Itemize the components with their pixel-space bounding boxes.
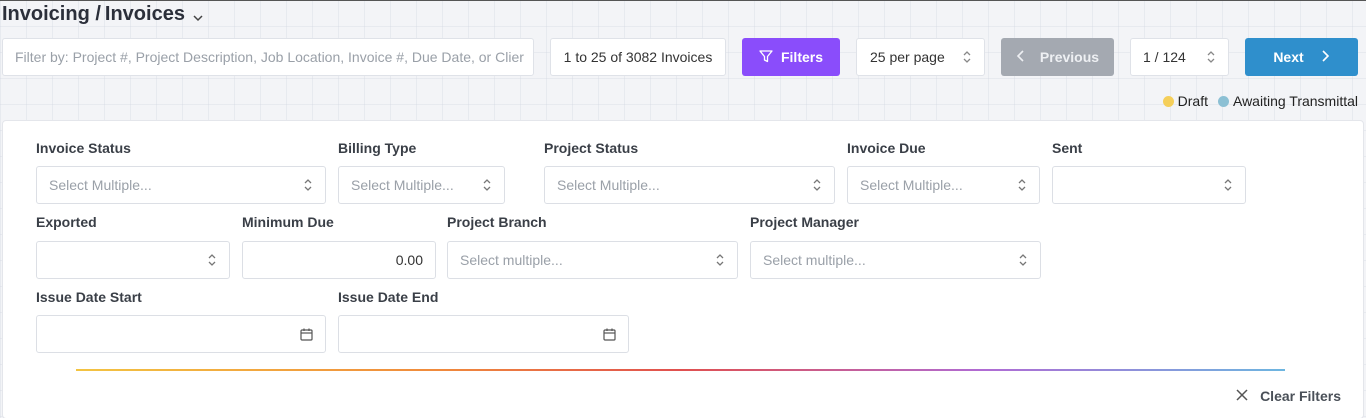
minimum-due-input[interactable]: 0.00: [242, 241, 436, 279]
minimum-due-label: Minimum Due: [242, 214, 334, 230]
previous-label: Previous: [1039, 49, 1100, 65]
invoice-status-select[interactable]: Select Multiple...: [36, 166, 326, 204]
invoice-due-label: Invoice Due: [847, 140, 926, 156]
project-status-placeholder: Select Multiple...: [557, 177, 660, 193]
project-status-select[interactable]: Select Multiple...: [544, 166, 835, 204]
select-arrows-icon: [715, 253, 725, 267]
chevron-down-icon[interactable]: [191, 8, 205, 22]
exported-select[interactable]: [36, 241, 230, 279]
issue-date-end-label: Issue Date End: [338, 289, 439, 305]
legend-item-draft: Draft: [1162, 93, 1208, 109]
breadcrumb-parent[interactable]: Invoicing /: [2, 3, 101, 26]
legend-label: Draft: [1177, 93, 1208, 109]
chevron-left-icon: [1016, 49, 1026, 66]
project-branch-label: Project Branch: [447, 214, 547, 230]
billing-type-placeholder: Select Multiple...: [351, 177, 454, 193]
next-label: Next: [1273, 49, 1304, 65]
filter-panel: Invoice Status Select Multiple... Billin…: [2, 120, 1364, 418]
invoice-due-placeholder: Select Multiple...: [860, 177, 963, 193]
project-manager-select[interactable]: Select multiple...: [750, 241, 1041, 279]
select-arrows-icon: [812, 178, 822, 192]
minimum-due-value: 0.00: [395, 252, 423, 268]
billing-type-label: Billing Type: [338, 140, 417, 156]
awaiting-transmittal-dot-icon: [1217, 95, 1229, 107]
select-arrows-icon: [303, 178, 313, 192]
project-branch-placeholder: Select multiple...: [460, 252, 563, 268]
breadcrumb: Invoicing / Invoices: [2, 3, 205, 26]
page-indicator: 1 / 124: [1143, 49, 1186, 65]
previous-button[interactable]: Previous: [1001, 38, 1114, 76]
status-legend: Draft Awaiting Transmittal: [1162, 93, 1358, 109]
per-page-select[interactable]: 25 per page: [856, 38, 985, 76]
page-title[interactable]: Invoices: [105, 3, 185, 26]
chevron-right-icon: [1320, 49, 1330, 66]
issue-date-start-input[interactable]: [36, 315, 326, 353]
legend-item-awaiting-transmittal: Awaiting Transmittal: [1217, 93, 1358, 109]
project-manager-label: Project Manager: [750, 214, 859, 230]
exported-label: Exported: [36, 214, 97, 230]
gradient-divider: [76, 369, 1285, 371]
search-field[interactable]: [2, 38, 534, 76]
project-manager-placeholder: Select multiple...: [763, 252, 866, 268]
select-arrows-icon: [962, 50, 972, 64]
sent-select[interactable]: [1052, 166, 1246, 204]
sent-label: Sent: [1052, 140, 1083, 156]
invoice-due-select[interactable]: Select Multiple...: [847, 166, 1040, 204]
select-arrows-icon: [1017, 178, 1027, 192]
clear-filters-button[interactable]: Clear Filters: [1236, 388, 1341, 404]
select-arrows-icon: [1223, 178, 1233, 192]
search-input[interactable]: [15, 39, 533, 75]
close-icon: [1236, 388, 1248, 404]
per-page-value: 25 per page: [870, 49, 945, 65]
invoice-status-placeholder: Select Multiple...: [49, 177, 152, 193]
result-count: 1 to 25 of 3082 Invoices: [550, 38, 726, 76]
select-arrows-icon: [207, 253, 217, 267]
page-select[interactable]: 1 / 124: [1130, 38, 1229, 76]
funnel-icon: [759, 49, 773, 66]
legend-label: Awaiting Transmittal: [1232, 93, 1358, 109]
calendar-icon[interactable]: [603, 328, 616, 341]
select-arrows-icon: [1018, 253, 1028, 267]
invoice-status-label: Invoice Status: [36, 140, 131, 156]
issue-date-start-label: Issue Date Start: [36, 289, 142, 305]
project-status-label: Project Status: [544, 140, 639, 156]
calendar-icon[interactable]: [300, 328, 313, 341]
issue-date-end-input[interactable]: [338, 315, 629, 353]
filters-label: Filters: [780, 49, 823, 65]
select-arrows-icon: [482, 178, 492, 192]
next-button[interactable]: Next: [1245, 38, 1358, 76]
select-arrows-icon: [1206, 50, 1216, 64]
billing-type-select[interactable]: Select Multiple...: [338, 166, 505, 204]
filters-button[interactable]: Filters: [742, 38, 840, 76]
draft-dot-icon: [1162, 95, 1174, 107]
project-branch-select[interactable]: Select multiple...: [447, 241, 738, 279]
clear-filters-label: Clear Filters: [1260, 388, 1341, 404]
